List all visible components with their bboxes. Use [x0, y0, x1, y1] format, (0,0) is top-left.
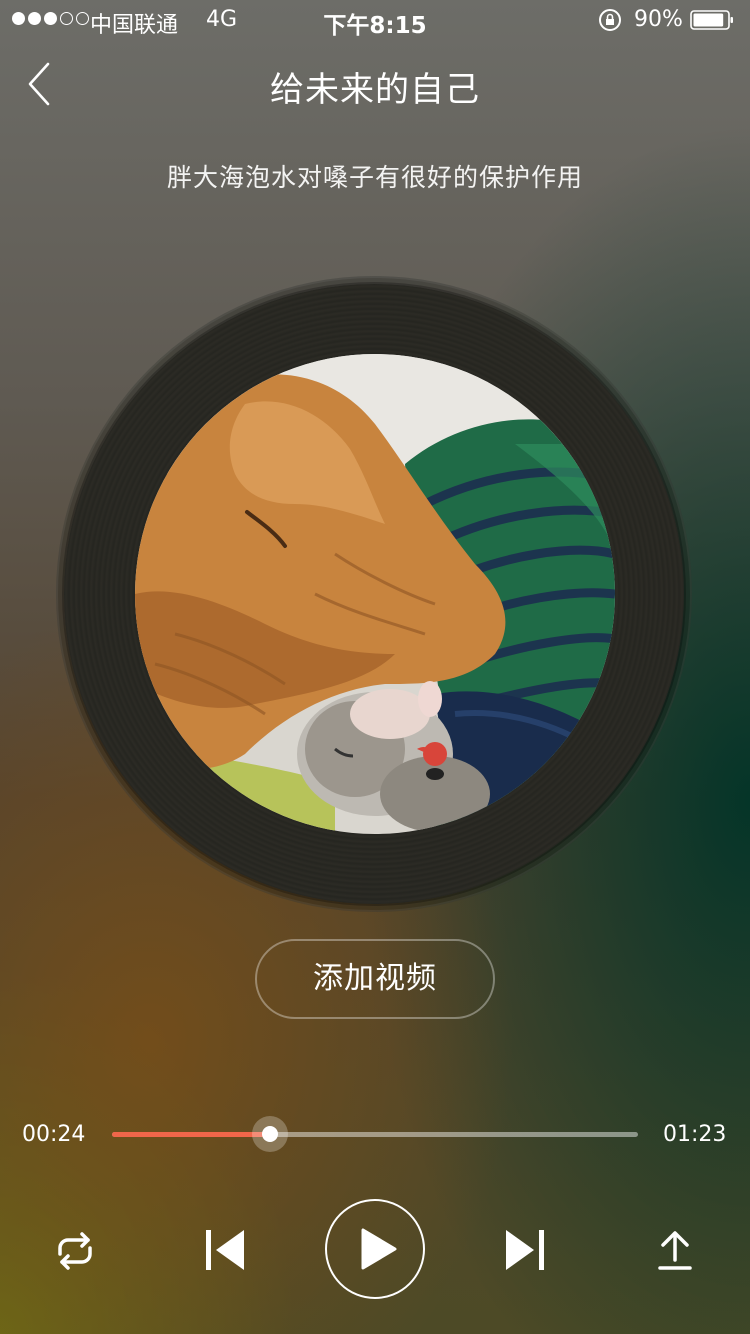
upload-share-icon[interactable] — [650, 1226, 700, 1276]
battery-icon — [690, 10, 733, 30]
skip-next-icon[interactable] — [500, 1224, 550, 1276]
orientation-lock-icon — [599, 9, 621, 31]
progress-slider[interactable] — [112, 1116, 638, 1152]
battery-percent: 90% — [634, 7, 683, 32]
progress-fill — [112, 1132, 270, 1137]
lyric-subtitle: 胖大海泡水对嗓子有很好的保护作用 — [166, 163, 583, 192]
page-title: 给未来的自己 — [270, 70, 480, 110]
add-video-button[interactable]: 添加视频 — [255, 939, 495, 1019]
album-cover-photo — [135, 354, 615, 834]
repeat-icon[interactable] — [50, 1226, 100, 1276]
status-bar: 中国联通 4G 下午8:15 90% — [0, 0, 750, 40]
skip-previous-icon[interactable] — [200, 1224, 250, 1276]
current-time: 00:24 — [22, 1122, 86, 1147]
progress-thumb[interactable] — [262, 1126, 278, 1142]
total-time: 01:23 — [663, 1122, 727, 1147]
play-button[interactable] — [325, 1199, 425, 1299]
play-icon — [361, 1228, 397, 1270]
